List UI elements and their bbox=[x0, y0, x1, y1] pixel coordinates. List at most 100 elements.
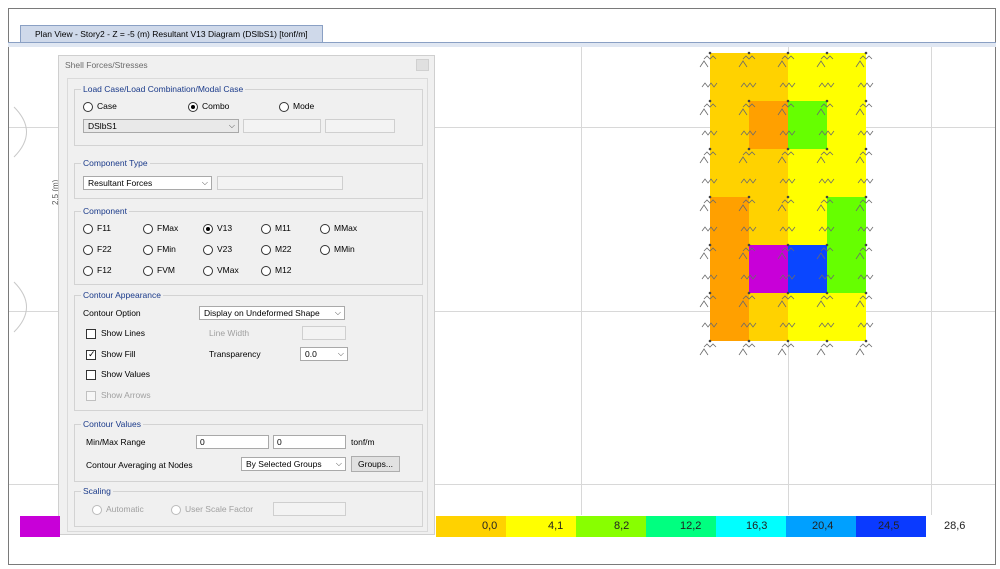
node-point bbox=[786, 99, 790, 103]
node-point bbox=[864, 51, 868, 55]
fvm-radio[interactable] bbox=[143, 266, 153, 276]
node-point bbox=[747, 243, 751, 247]
mmin-radio[interactable] bbox=[320, 245, 330, 255]
averaging-label: Contour Averaging at Nodes bbox=[86, 460, 193, 470]
node-point bbox=[786, 243, 790, 247]
node-point bbox=[708, 291, 712, 295]
f11-label: F11 bbox=[97, 223, 112, 233]
close-button[interactable] bbox=[416, 59, 429, 71]
fmin-radio[interactable] bbox=[143, 245, 153, 255]
automatic-radio[interactable] bbox=[92, 505, 102, 515]
node-point bbox=[708, 147, 712, 151]
v23-radio[interactable] bbox=[203, 245, 213, 255]
contour-cell bbox=[710, 149, 749, 197]
group-title: Contour Values bbox=[81, 419, 143, 430]
averaging-select[interactable]: By Selected Groups ⌵ bbox=[241, 457, 346, 471]
mode-label: Mode bbox=[293, 101, 315, 111]
chevron-down-icon: ⌵ bbox=[228, 121, 235, 130]
node-point bbox=[825, 243, 829, 247]
m12-label: M12 bbox=[275, 265, 292, 275]
show-values-checkbox[interactable] bbox=[86, 370, 96, 380]
show-lines-checkbox[interactable] bbox=[86, 329, 96, 339]
m22-radio[interactable] bbox=[261, 245, 271, 255]
contour-cell bbox=[827, 149, 866, 197]
line-width-field[interactable] bbox=[302, 326, 346, 340]
min-range-input[interactable]: 0 bbox=[196, 435, 269, 449]
m11-label: M11 bbox=[275, 223, 291, 233]
user-scale-radio[interactable] bbox=[171, 505, 181, 515]
node-point bbox=[708, 195, 712, 199]
chevron-down-icon: ⌵ bbox=[335, 459, 342, 468]
case-radio[interactable] bbox=[83, 102, 93, 112]
fmax-radio[interactable] bbox=[143, 224, 153, 234]
node-point bbox=[747, 147, 751, 151]
vmax-radio[interactable] bbox=[203, 266, 213, 276]
averaging-value: By Selected Groups bbox=[246, 459, 322, 469]
contour-cell bbox=[788, 101, 827, 149]
scaling-group: Scaling Automatic User Scale Factor bbox=[74, 486, 423, 527]
node-point bbox=[864, 99, 868, 103]
node-point bbox=[747, 195, 751, 199]
legend-swatch bbox=[20, 516, 60, 537]
m11-radio[interactable] bbox=[261, 224, 271, 234]
fmin-label: FMin bbox=[157, 244, 176, 254]
legend-value: 16,3 bbox=[746, 520, 768, 532]
node-point bbox=[864, 147, 868, 151]
shell-forces-dialog: Shell Forces/Stresses Load Case/Load Com… bbox=[58, 55, 435, 535]
f11-radio[interactable] bbox=[83, 224, 93, 234]
combo-radio[interactable] bbox=[188, 102, 198, 112]
m12-radio[interactable] bbox=[261, 266, 271, 276]
legend-swatch bbox=[576, 516, 646, 537]
contour-cell bbox=[710, 245, 749, 293]
tab-plan-view[interactable]: Plan View - Story2 - Z = -5 (m) Resultan… bbox=[20, 25, 323, 42]
contour-cell bbox=[710, 101, 749, 149]
group-title: Component Type bbox=[81, 158, 150, 169]
max-range-input[interactable]: 0 bbox=[273, 435, 346, 449]
show-arrows-checkbox[interactable] bbox=[86, 391, 96, 401]
mode-field-1[interactable] bbox=[243, 119, 321, 133]
legend-value: 4,1 bbox=[548, 520, 564, 532]
legend-value: 12,2 bbox=[680, 520, 702, 532]
mode-radio[interactable] bbox=[279, 102, 289, 112]
contour-cell bbox=[788, 149, 827, 197]
node-point bbox=[786, 291, 790, 295]
component-type-field[interactable] bbox=[217, 176, 343, 190]
transparency-label: Transparency bbox=[209, 349, 261, 359]
mode-field-2[interactable] bbox=[325, 119, 395, 133]
legend-value: 28,6 bbox=[944, 520, 966, 532]
show-lines-label: Show Lines bbox=[101, 328, 145, 338]
mmax-radio[interactable] bbox=[320, 224, 330, 234]
line-width-label: Line Width bbox=[209, 328, 250, 338]
f22-radio[interactable] bbox=[83, 245, 93, 255]
show-fill-checkbox[interactable]: ✓ bbox=[86, 349, 96, 360]
node-point bbox=[747, 291, 751, 295]
combo-select-value: DSlbS1 bbox=[88, 121, 117, 131]
contour-option-select[interactable]: Display on Undeformed Shape ⌵ bbox=[199, 306, 345, 320]
load-case-group: Load Case/Load Combination/Modal Case Ca… bbox=[74, 84, 423, 146]
combo-select[interactable]: DSlbS1 ⌵ bbox=[83, 119, 239, 133]
mmax-label: MMax bbox=[334, 223, 358, 233]
transparency-value: 0.0 bbox=[305, 349, 317, 359]
fmax-label: FMax bbox=[157, 223, 179, 233]
node-point bbox=[864, 339, 868, 343]
m22-label: M22 bbox=[275, 244, 292, 254]
node-point bbox=[825, 339, 829, 343]
vmax-label: VMax bbox=[217, 265, 239, 275]
node-point bbox=[708, 339, 712, 343]
v13-radio[interactable] bbox=[203, 224, 213, 234]
user-scale-field[interactable] bbox=[273, 502, 346, 516]
contour-cell bbox=[788, 53, 827, 101]
transparency-select[interactable]: 0.0 ⌵ bbox=[300, 347, 348, 361]
component-type-select[interactable]: Resultant Forces ⌵ bbox=[83, 176, 212, 190]
chevron-down-icon: ⌵ bbox=[337, 349, 344, 358]
dialog-title: Shell Forces/Stresses bbox=[65, 60, 148, 70]
f12-label: F12 bbox=[97, 265, 112, 275]
contour-cell bbox=[749, 245, 788, 293]
group-title: Scaling bbox=[81, 486, 113, 497]
f12-radio[interactable] bbox=[83, 266, 93, 276]
groups-button[interactable]: Groups... bbox=[351, 456, 400, 472]
contour-cell bbox=[827, 101, 866, 149]
contour-cell bbox=[827, 197, 866, 245]
show-fill-label: Show Fill bbox=[101, 349, 136, 359]
node-point bbox=[786, 51, 790, 55]
